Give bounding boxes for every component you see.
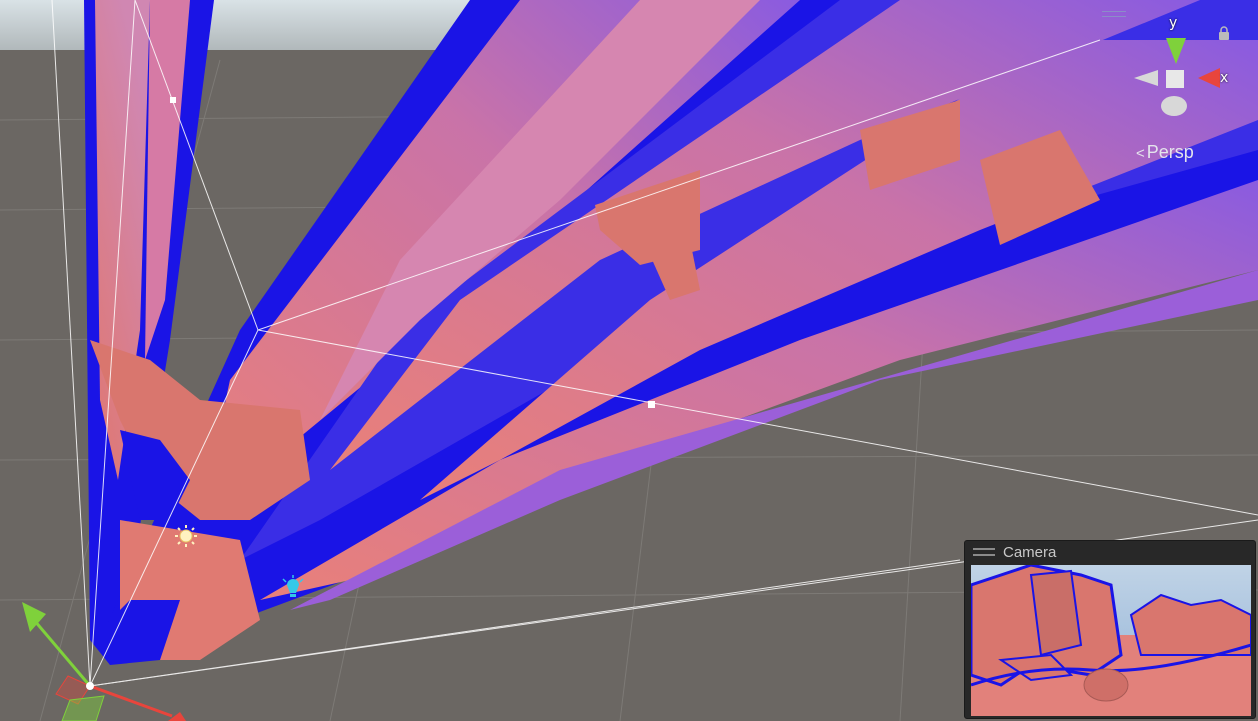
camera-preview-panel[interactable]: Camera	[964, 540, 1256, 719]
frustum-handle[interactable]	[648, 401, 655, 408]
camera-render-view	[971, 565, 1251, 716]
lock-icon[interactable]	[1218, 26, 1230, 40]
drag-handle-icon[interactable]	[973, 548, 995, 556]
frustum-handle[interactable]	[170, 97, 176, 103]
chevron-left-icon: <	[1136, 145, 1145, 162]
projection-label: Persp	[1146, 142, 1194, 162]
panel-drag-handle[interactable]	[1102, 11, 1126, 17]
camera-preview-title: Camera	[1003, 543, 1057, 561]
projection-toggle[interactable]: < Persp	[1136, 142, 1194, 163]
camera-preview-header[interactable]: Camera	[965, 541, 1255, 563]
gizmo-x-label[interactable]: x	[1220, 70, 1228, 86]
gizmo-y-label[interactable]: y	[1169, 15, 1177, 31]
